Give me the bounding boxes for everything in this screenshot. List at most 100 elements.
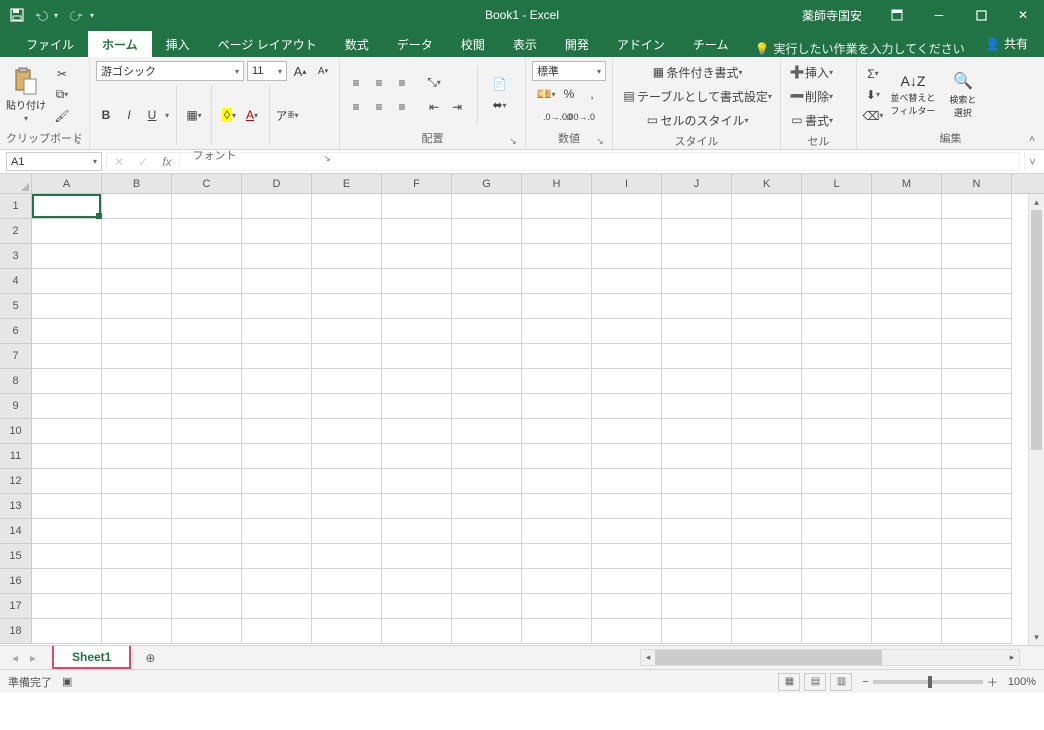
cell[interactable] [522,569,592,594]
cell[interactable] [592,294,662,319]
cell[interactable] [732,219,802,244]
cell[interactable] [522,594,592,619]
cell[interactable] [522,269,592,294]
cell[interactable] [872,194,942,219]
cell[interactable] [732,569,802,594]
page-layout-view-button[interactable]: ▤ [804,673,826,691]
cell[interactable] [522,194,592,219]
cell[interactable] [382,619,452,644]
cell[interactable] [732,369,802,394]
cell[interactable] [872,469,942,494]
cell[interactable] [312,519,382,544]
tab-file[interactable]: ファイル [12,31,88,57]
cell[interactable] [592,369,662,394]
cell[interactable] [242,369,312,394]
cell[interactable] [592,194,662,219]
cell[interactable] [802,569,872,594]
cell[interactable] [942,444,1012,469]
cell[interactable] [382,469,452,494]
cell[interactable] [382,444,452,469]
cell[interactable] [102,394,172,419]
cell[interactable] [522,619,592,644]
format-cells-button[interactable]: ▭書式 ▾ [787,109,835,131]
cell[interactable] [802,494,872,519]
row-header-18[interactable]: 18 [0,619,32,644]
tell-me-box[interactable]: 💡 実行したい作業を入力してください [755,40,965,57]
cell[interactable] [662,219,732,244]
cell[interactable] [312,494,382,519]
cell[interactable] [452,519,522,544]
col-header-E[interactable]: E [312,174,382,193]
cell[interactable] [522,444,592,469]
cell[interactable] [592,444,662,469]
cell[interactable] [382,369,452,394]
cell[interactable] [662,344,732,369]
hscroll-thumb[interactable] [655,650,882,665]
col-header-L[interactable]: L [802,174,872,193]
decrease-decimal[interactable]: .00→.0 [571,107,591,127]
cell[interactable] [242,469,312,494]
tab-view[interactable]: 表示 [499,31,551,57]
cell[interactable] [242,319,312,344]
cell[interactable] [312,319,382,344]
cell[interactable] [32,619,102,644]
cell[interactable] [172,294,242,319]
cell[interactable] [312,194,382,219]
horizontal-scrollbar[interactable]: ◂ ▸ [640,649,1020,666]
cell[interactable] [942,394,1012,419]
increase-indent[interactable]: ⇥ [447,97,467,117]
row-header-8[interactable]: 8 [0,369,32,394]
new-sheet-button[interactable]: ⊕ [139,647,161,669]
share-button[interactable]: 👤 共有 [979,33,1034,54]
cell[interactable] [662,419,732,444]
cell[interactable] [872,594,942,619]
cell[interactable] [172,244,242,269]
cell[interactable] [452,369,522,394]
cell[interactable] [242,619,312,644]
row-header-12[interactable]: 12 [0,469,32,494]
expand-formula-bar[interactable]: ˅ [1024,152,1040,171]
cell[interactable] [802,319,872,344]
cell[interactable] [242,244,312,269]
cell[interactable] [522,544,592,569]
cell[interactable] [662,444,732,469]
cell[interactable] [102,444,172,469]
cell[interactable] [312,244,382,269]
row-header-11[interactable]: 11 [0,444,32,469]
row-header-1[interactable]: 1 [0,194,32,219]
vertical-scrollbar[interactable]: ▴ ▾ [1028,194,1044,645]
cell[interactable] [452,544,522,569]
cell[interactable] [522,469,592,494]
cell[interactable] [452,269,522,294]
tab-addins[interactable]: アドイン [603,31,679,57]
cell[interactable] [452,394,522,419]
hscroll-right[interactable]: ▸ [1005,652,1019,663]
cell[interactable] [942,319,1012,344]
cell[interactable] [312,369,382,394]
cell[interactable] [172,619,242,644]
cell[interactable] [242,219,312,244]
close-button[interactable]: ✕ [1002,0,1044,30]
cell[interactable] [452,494,522,519]
hscroll-left[interactable]: ◂ [641,652,655,663]
cell[interactable] [452,619,522,644]
zoom-level[interactable]: 100% [1008,676,1036,688]
cell[interactable] [102,544,172,569]
cell[interactable] [32,344,102,369]
fill-button[interactable]: ⬇ ▾ [863,85,883,105]
cell[interactable] [452,344,522,369]
cell[interactable] [172,569,242,594]
delete-cells-button[interactable]: ➖削除 ▾ [787,85,835,107]
cell[interactable] [522,419,592,444]
cell[interactable] [732,269,802,294]
cell[interactable] [802,544,872,569]
col-header-D[interactable]: D [242,174,312,193]
cell[interactable] [732,294,802,319]
cell[interactable] [732,519,802,544]
col-header-J[interactable]: J [662,174,732,193]
scroll-down-button[interactable]: ▾ [1029,629,1044,645]
cell[interactable] [872,419,942,444]
cell[interactable] [592,619,662,644]
cell[interactable] [662,269,732,294]
cell[interactable] [662,494,732,519]
